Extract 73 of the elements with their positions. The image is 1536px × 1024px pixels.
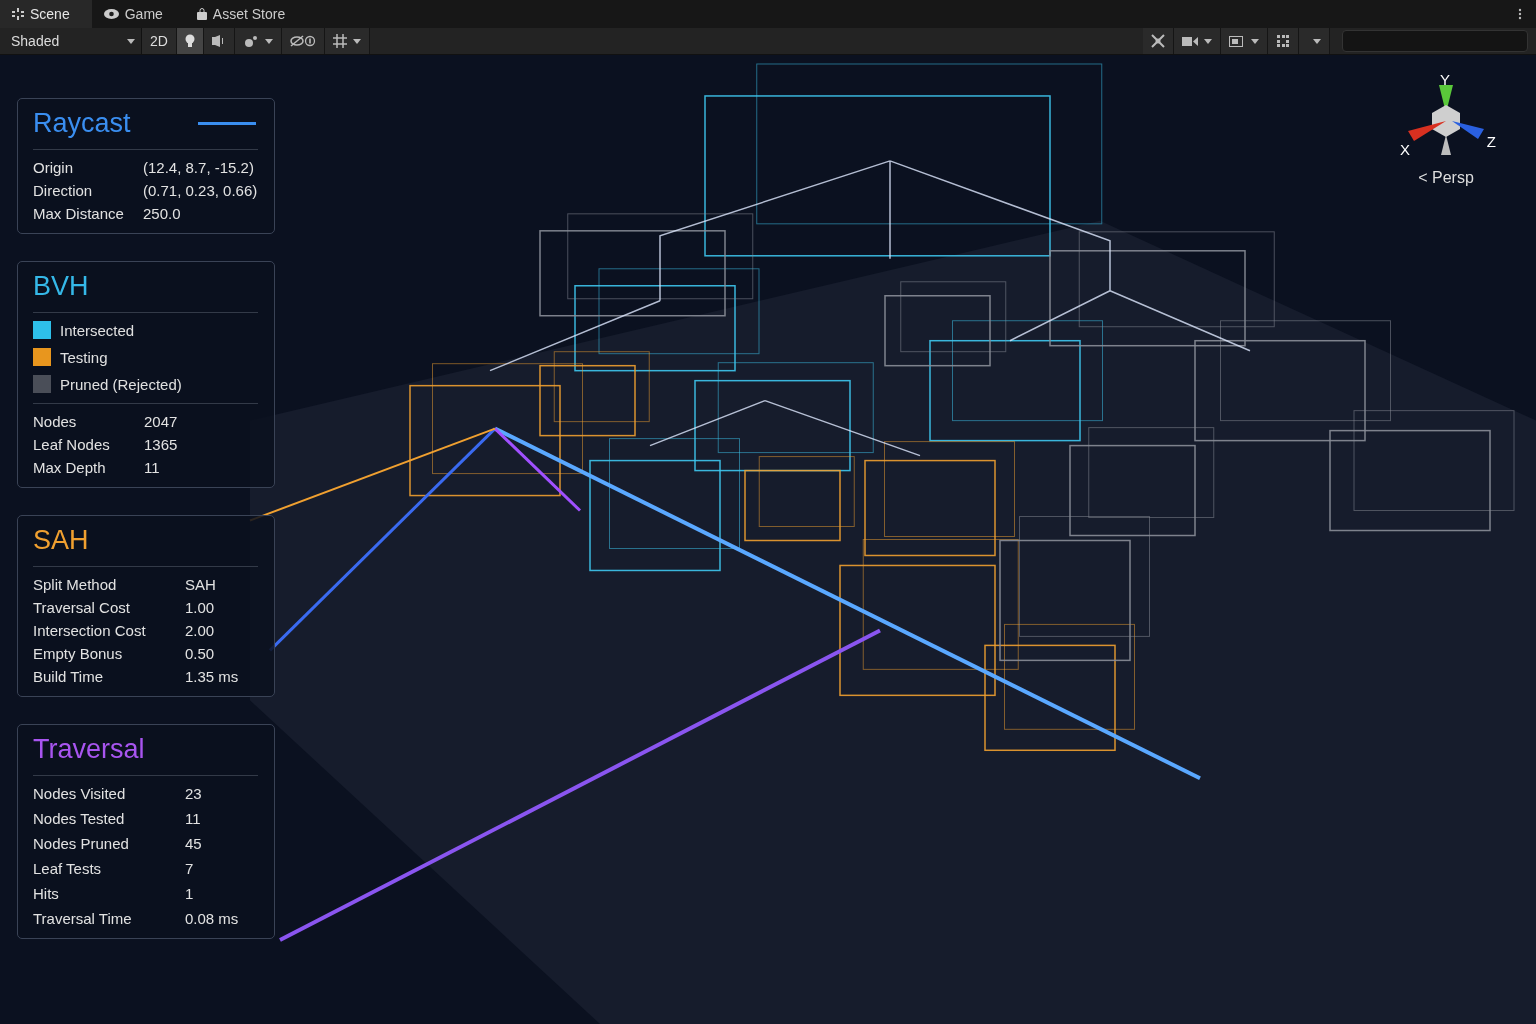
projection-toggle[interactable]: < Persp bbox=[1418, 169, 1474, 187]
display-button[interactable] bbox=[1221, 28, 1268, 54]
stat-value: 0.50 bbox=[185, 644, 216, 663]
stat-value: (0.71, 0.23, 0.66) bbox=[143, 181, 258, 200]
stat-value: 1.00 bbox=[185, 598, 216, 617]
stat-label: Nodes Pruned bbox=[33, 834, 130, 853]
stat-label: Traversal Cost bbox=[33, 598, 131, 617]
eye-icon bbox=[103, 9, 119, 19]
stat-label: Nodes Visited bbox=[33, 784, 127, 803]
tools-icon bbox=[1151, 34, 1165, 48]
dots-grid-icon bbox=[1276, 34, 1290, 48]
stat-value: 7 bbox=[185, 859, 195, 878]
axis-label: Y bbox=[1440, 71, 1450, 88]
grid-button[interactable] bbox=[324, 28, 370, 54]
grid-icon bbox=[12, 8, 24, 20]
camera-button[interactable] bbox=[1174, 28, 1221, 54]
stat-value: 2047 bbox=[144, 412, 179, 431]
stat-value: 1365 bbox=[144, 435, 179, 454]
legend-label: Intersected bbox=[60, 321, 135, 339]
stat-value: 1.35 ms bbox=[185, 667, 240, 686]
tab[interactable]: Game bbox=[91, 0, 185, 28]
stat-value: (12.4, 8.7, -15.2) bbox=[143, 158, 255, 177]
lightbulb-button[interactable] bbox=[176, 28, 204, 54]
stat-label: Nodes Tested bbox=[33, 809, 126, 828]
stat-value: 11 bbox=[185, 809, 202, 828]
2d-toggle-button[interactable]: 2D bbox=[142, 28, 177, 54]
grid-icon bbox=[332, 34, 347, 48]
lightbulb-icon bbox=[184, 34, 195, 48]
stat-value: 2.00 bbox=[185, 621, 216, 640]
stat-label: Max Distance bbox=[33, 204, 125, 223]
stat-value: 11 bbox=[144, 458, 161, 477]
stat-label: Leaf Nodes bbox=[33, 435, 111, 454]
stat-label: Origin bbox=[33, 158, 74, 177]
axis-gizmo-icon[interactable] bbox=[1408, 85, 1484, 157]
camera-icon bbox=[1182, 35, 1198, 47]
search-field[interactable] bbox=[1342, 30, 1528, 52]
legend-label: Testing bbox=[60, 348, 108, 366]
panel-title: Raycast bbox=[33, 107, 131, 140]
stat-label: Max Depth bbox=[33, 458, 107, 477]
stat-value: 23 bbox=[185, 784, 203, 803]
panel-title: BVH bbox=[33, 270, 89, 303]
caret-button[interactable] bbox=[1299, 28, 1330, 54]
tab[interactable]: Scene bbox=[0, 0, 92, 28]
visibility-button[interactable] bbox=[281, 28, 325, 54]
axis-label: X bbox=[1400, 141, 1410, 158]
stat-value: 0.08 ms bbox=[185, 909, 240, 928]
stat-label: Nodes bbox=[33, 412, 78, 431]
stat-value: 1 bbox=[185, 884, 195, 903]
stat-label: Hits bbox=[33, 884, 60, 903]
panel-title: Traversal bbox=[33, 733, 145, 766]
speaker-icon bbox=[211, 35, 226, 47]
panel-title: SAH bbox=[33, 524, 89, 557]
tab[interactable]: Asset Store bbox=[184, 0, 308, 28]
tools-button[interactable] bbox=[1143, 28, 1174, 54]
display-icon bbox=[1229, 35, 1245, 47]
stat-label: Split Method bbox=[33, 575, 118, 594]
stat-value: 250.0 bbox=[143, 204, 182, 223]
bag-icon bbox=[196, 8, 207, 20]
legend-label: Pruned (Rejected) bbox=[60, 375, 182, 393]
axis-label: Z bbox=[1486, 133, 1496, 150]
gizmos-button[interactable] bbox=[1268, 28, 1299, 54]
stat-label: Traversal Time bbox=[33, 909, 133, 928]
stat-label: Intersection Cost bbox=[33, 621, 147, 640]
stat-label: Direction bbox=[33, 181, 94, 200]
stat-value: 45 bbox=[185, 834, 203, 853]
stat-label: Build Time bbox=[33, 667, 105, 686]
hidden-eye-icon bbox=[289, 35, 316, 47]
stat-value: SAH bbox=[185, 575, 217, 594]
audio-button[interactable] bbox=[203, 28, 235, 54]
stat-label: Empty Bonus bbox=[33, 644, 124, 663]
effects-button[interactable] bbox=[234, 28, 282, 54]
effects-icon bbox=[242, 35, 259, 47]
stat-label: Leaf Tests bbox=[33, 859, 103, 878]
